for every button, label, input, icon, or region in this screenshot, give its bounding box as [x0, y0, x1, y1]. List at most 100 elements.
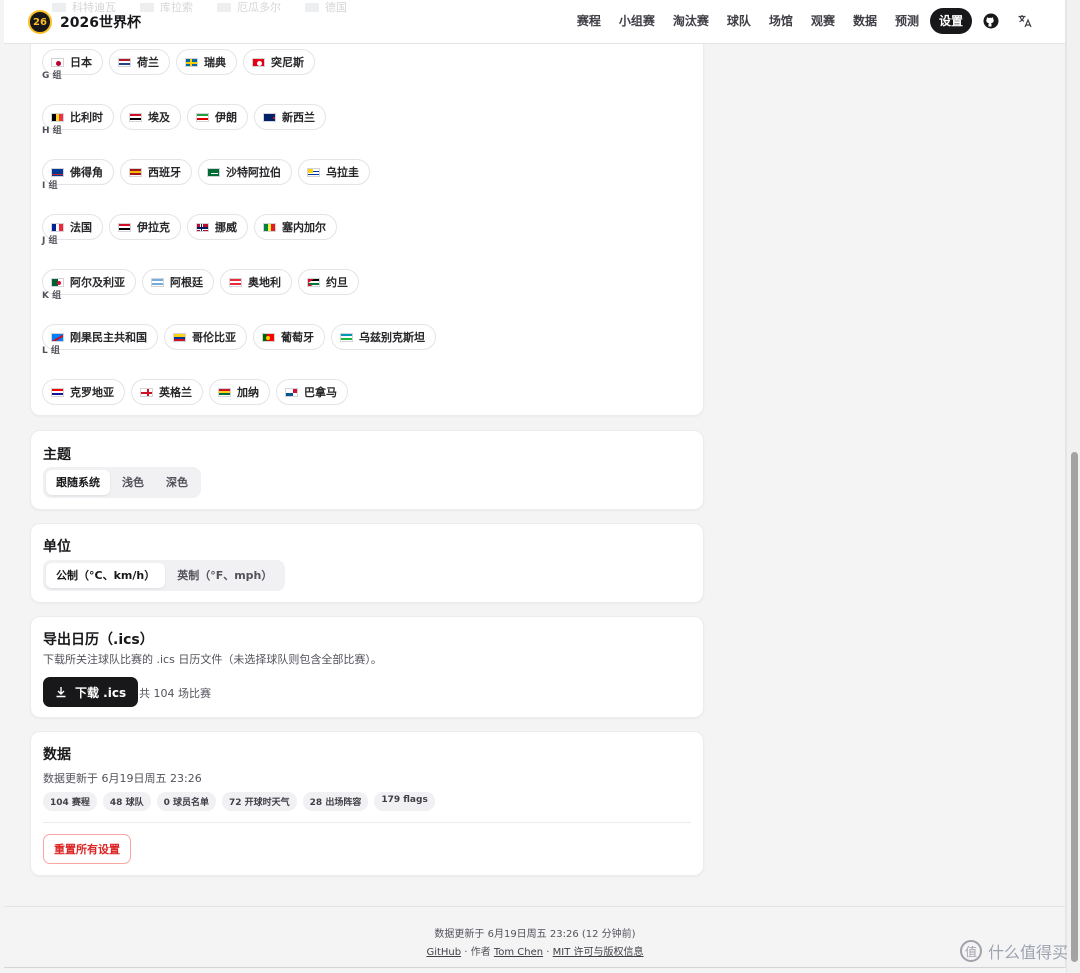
github-icon[interactable] — [976, 8, 1006, 34]
team-chip-ir[interactable]: 伊朗 — [187, 104, 248, 130]
faded-team-chip: 德国 — [305, 0, 347, 14]
units-option-1[interactable]: 英制（°F、mph） — [167, 563, 282, 588]
team-name: 日本 — [70, 56, 92, 69]
team-chip-pt[interactable]: 葡萄牙 — [253, 324, 325, 350]
team-chip-ar[interactable]: 阿根廷 — [142, 269, 214, 295]
team-name: 埃及 — [148, 111, 170, 124]
jp-flag-icon — [51, 57, 64, 67]
team-chip-sn[interactable]: 塞内加尔 — [254, 214, 337, 240]
license-link[interactable]: MIT 许可与版权信息 — [553, 947, 644, 958]
top-nav-bar: 科特迪瓦 库拉索 厄瓜多尔 德国 26 2026世界杯 赛程 小组赛 淘汰赛 球队 场馆 观赛数… — [4, 0, 1065, 44]
nav-item-8[interactable]: 设置 — [929, 8, 972, 34]
jo-flag-icon — [307, 277, 320, 287]
units-option-0[interactable]: 公制（°C、km/h） — [46, 563, 166, 588]
nav-item-7[interactable]: 预测 — [888, 8, 926, 34]
team-name: 沙特阿拉伯 — [226, 166, 281, 179]
team-name: 突尼斯 — [271, 56, 304, 69]
team-chip-en[interactable]: 英格兰 — [131, 379, 203, 405]
language-translate-icon[interactable] — [1010, 8, 1040, 34]
download-icon — [56, 687, 66, 698]
faded-team-label: 厄瓜多尔 — [237, 1, 281, 14]
data-title: 数据 — [43, 747, 71, 763]
theme-segmented-control: 跟随系统 浅色 深色 — [43, 467, 201, 498]
faded-team-label: 库拉索 — [160, 1, 193, 14]
units-card: 单位 公制（°C、km/h） 英制（°F、mph） — [30, 523, 704, 603]
nav-item-4[interactable]: 场馆 — [762, 8, 800, 34]
data-stat-badge: 48 球队 — [102, 792, 151, 811]
data-updated-text: 数据更新于 6月19日周五 23:26 — [43, 772, 202, 785]
footer-updated-text: 数据更新于 6月19日周五 23:26 (12 分钟前) — [434, 929, 636, 940]
vertical-scrollbar[interactable] — [1066, 0, 1080, 973]
group-team-row: 克罗地亚 英格兰 加纳 巴拿马 — [42, 379, 348, 405]
flag-icon — [217, 2, 231, 12]
scrollbar-thumb[interactable] — [1071, 452, 1078, 962]
team-chip-tn[interactable]: 突尼斯 — [243, 49, 315, 75]
team-chip-se[interactable]: 瑞典 — [176, 49, 237, 75]
at-flag-icon — [229, 277, 242, 287]
brand-title: 2026世界杯 — [60, 15, 141, 31]
cd-flag-icon — [51, 332, 64, 342]
team-name: 新西兰 — [282, 111, 315, 124]
team-name: 挪威 — [215, 221, 237, 234]
nav-item-6[interactable]: 数据 — [846, 8, 884, 34]
main-nav: 赛程 小组赛 淘汰赛 球队 场馆 观赛 数据 预测 设置 — [570, 8, 1040, 34]
team-chip-uz[interactable]: 乌兹别克斯坦 — [331, 324, 436, 350]
team-chip-gh[interactable]: 加纳 — [209, 379, 270, 405]
nav-item-3[interactable]: 球队 — [720, 8, 758, 34]
reset-all-settings-button[interactable]: 重置所有设置 — [43, 834, 131, 864]
data-stat-badge: 28 出场阵容 — [302, 792, 369, 811]
author-link[interactable]: Tom Chen — [494, 947, 543, 958]
team-name: 荷兰 — [137, 56, 159, 69]
favorite-teams-card: 日本 荷兰 瑞典 突尼斯 G 组比利时 埃及 伊朗 新西兰 H 组佛得角 西班牙 沙特阿拉伯 乌拉圭 I… — [30, 0, 704, 416]
nav-item-0[interactable]: 赛程 — [570, 8, 608, 34]
team-chip-jo[interactable]: 约旦 — [298, 269, 359, 295]
faded-team-label: 德国 — [325, 1, 347, 14]
data-card: 数据 数据更新于 6月19日周五 23:26 104 赛程 48 球队 0 球员名单… — [30, 731, 704, 876]
team-chip-es[interactable]: 西班牙 — [120, 159, 192, 185]
team-chip-sa[interactable]: 沙特阿拉伯 — [198, 159, 292, 185]
brand-home-link[interactable]: 26 2026世界杯 — [28, 10, 141, 34]
nav-item-5[interactable]: 观赛 — [804, 8, 842, 34]
team-chip-co[interactable]: 哥伦比亚 — [164, 324, 247, 350]
faded-team-chip: 库拉索 — [140, 0, 193, 14]
flag-icon — [140, 2, 154, 12]
team-chip-nz[interactable]: 新西兰 — [254, 104, 326, 130]
theme-option-1[interactable]: 浅色 — [112, 470, 154, 495]
team-name: 阿尔及利亚 — [70, 276, 125, 289]
dz-flag-icon — [51, 277, 64, 287]
team-name: 乌拉圭 — [326, 166, 359, 179]
team-chip-nl[interactable]: 荷兰 — [109, 49, 170, 75]
calendar-description: 下载所关注球队比赛的 .ics 日历文件（未选择球队则包含全部比赛）。 — [43, 653, 382, 666]
uz-flag-icon — [340, 332, 353, 342]
group-team-row: 阿尔及利亚 阿根廷 奥地利 约旦 — [42, 269, 359, 295]
group-label: H 组 — [42, 126, 62, 136]
team-chip-pa[interactable]: 巴拿马 — [276, 379, 348, 405]
download-ics-button[interactable]: 下载 .ics — [43, 677, 139, 707]
team-chip-iq[interactable]: 伊拉克 — [109, 214, 181, 240]
calendar-title: 导出日历（.ics） — [43, 632, 154, 648]
nav-item-2[interactable]: 淘汰赛 — [666, 8, 716, 34]
team-chip-eg[interactable]: 埃及 — [120, 104, 181, 130]
pa-flag-icon — [285, 387, 298, 397]
sa-flag-icon — [207, 167, 220, 177]
theme-option-2[interactable]: 深色 — [156, 470, 198, 495]
theme-option-0[interactable]: 跟随系统 — [46, 470, 110, 495]
page-footer: 数据更新于 6月19日周五 23:26 (12 分钟前) GitHub · 作者… — [4, 906, 1065, 967]
data-stat-badge: 179 flags — [374, 792, 435, 811]
team-chip-at[interactable]: 奥地利 — [220, 269, 292, 295]
team-name: 法国 — [70, 221, 92, 234]
group-team-row: 比利时 埃及 伊朗 新西兰 — [42, 104, 326, 130]
download-ics-label: 下载 .ics — [75, 685, 127, 700]
units-segmented-control: 公制（°C、km/h） 英制（°F、mph） — [43, 560, 286, 591]
nav-item-1[interactable]: 小组赛 — [612, 8, 662, 34]
github-link[interactable]: GitHub — [426, 947, 461, 958]
group-team-row: 刚果民主共和国 哥伦比亚 葡萄牙 乌兹别克斯坦 — [42, 324, 436, 350]
gh-flag-icon — [218, 387, 231, 397]
tn-flag-icon — [252, 57, 265, 67]
team-name: 西班牙 — [148, 166, 181, 179]
team-chip-hr[interactable]: 克罗地亚 — [42, 379, 125, 405]
team-name: 约旦 — [326, 276, 348, 289]
team-chip-uy[interactable]: 乌拉圭 — [298, 159, 370, 185]
fr-flag-icon — [51, 222, 64, 232]
team-chip-no[interactable]: 挪威 — [187, 214, 248, 240]
